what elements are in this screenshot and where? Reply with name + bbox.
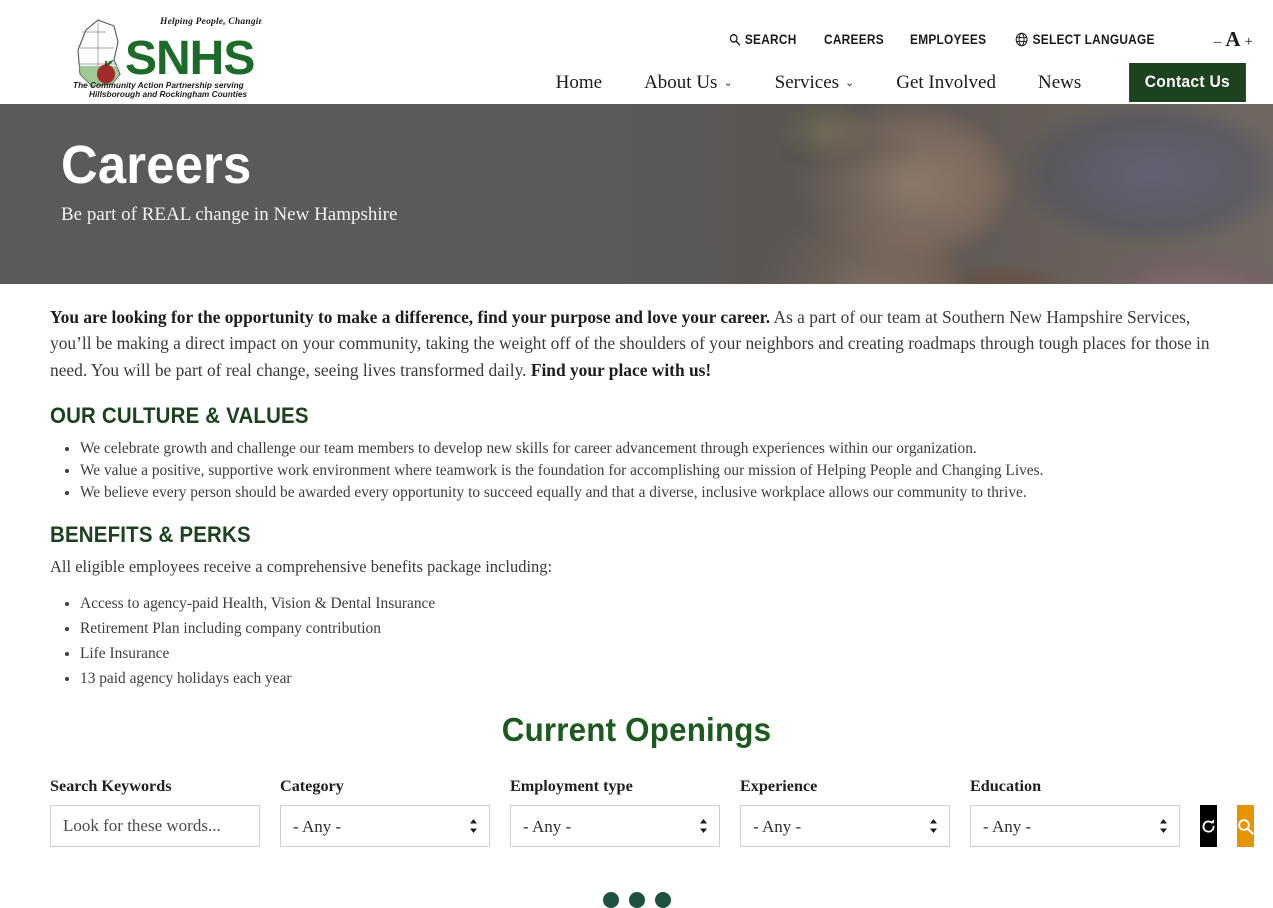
nav-item-news-label: News xyxy=(1037,71,1082,93)
list-item: Access to agency-paid Health, Vision & D… xyxy=(80,593,1223,615)
benefits-lead-text: All eligible employees receive a compreh… xyxy=(50,556,553,576)
svg-text:SNHS: SNHS xyxy=(125,32,254,85)
experience-select[interactable]: - Any - xyxy=(740,805,950,848)
list-item: 13 paid agency holidays each year xyxy=(80,668,1223,690)
utility-nav-search[interactable]: SEARCH xyxy=(729,32,797,47)
filter-category-label: Category xyxy=(280,777,344,796)
contact-us-button[interactable]: Contact Us xyxy=(1129,63,1246,102)
intro-bold-lead: You are looking for the opportunity to m… xyxy=(50,307,771,327)
utility-nav-careers-label: CAREERS xyxy=(824,32,885,47)
list-item: We believe every person should be awarde… xyxy=(80,482,1223,504)
benefits-list: Access to agency-paid Health, Vision & D… xyxy=(50,593,1223,690)
loading-dot xyxy=(602,892,619,908)
filter-education: Education - Any - xyxy=(970,777,1180,848)
current-openings-heading: Current Openings xyxy=(501,711,772,749)
page-subtitle: Be part of REAL change in New Hampshire xyxy=(61,204,398,225)
font-size-control: – A + xyxy=(1214,27,1253,52)
utility-nav-employees[interactable]: EMPLOYEES xyxy=(910,32,986,47)
chevron-down-icon: ⌄ xyxy=(845,77,855,89)
nav-item-home-label: Home xyxy=(555,71,603,93)
filter-employment-type-label: Employment type xyxy=(510,777,633,796)
filter-experience-label: Experience xyxy=(740,777,818,796)
site-logo[interactable]: Helping People, Changing Lives. SNHS The… xyxy=(62,8,262,100)
hero-banner: Careers Be part of REAL change in New Ha… xyxy=(0,104,1273,284)
nav-item-get-involved-label: Get Involved xyxy=(896,71,996,93)
filter-search-keywords: Search Keywords xyxy=(50,777,260,848)
font-size-increase-button[interactable]: + xyxy=(1245,34,1253,51)
filter-experience: Experience - Any - xyxy=(740,777,950,848)
search-icon xyxy=(1238,819,1254,835)
list-item: Life Insurance xyxy=(80,643,1223,665)
utility-nav-select-language[interactable]: SELECT LANGUAGE xyxy=(1015,32,1155,47)
utility-nav-language-label: SELECT LANGUAGE xyxy=(1032,32,1155,47)
nav-item-about-us-label: About Us xyxy=(644,71,718,93)
loading-indicator xyxy=(50,892,1223,908)
reset-filters-button[interactable] xyxy=(1200,805,1217,848)
employment-type-select-wrap: - Any - xyxy=(510,805,720,848)
site-header: Helping People, Changing Lives. SNHS The… xyxy=(0,0,1273,104)
category-select[interactable]: - Any - xyxy=(280,805,490,848)
job-filter-form: Search Keywords Category - Any - Employm… xyxy=(50,777,1254,848)
search-jobs-button[interactable] xyxy=(1237,805,1254,848)
utility-nav: SEARCH CAREERS EMPLOYEES SELECT LANGUAGE… xyxy=(729,27,1253,52)
search-keywords-input[interactable] xyxy=(50,805,260,848)
education-select[interactable]: - Any - xyxy=(970,805,1180,848)
loading-dot xyxy=(628,892,645,908)
employment-type-select[interactable]: - Any - xyxy=(510,805,720,848)
font-size-indicator: A xyxy=(1225,27,1241,51)
hero-content: Careers Be part of REAL change in New Ha… xyxy=(0,104,1273,226)
filter-search-keywords-label: Search Keywords xyxy=(50,777,172,796)
list-item: We celebrate growth and challenge our te… xyxy=(80,438,1223,460)
main-content: You are looking for the opportunity to m… xyxy=(0,284,1273,908)
snhs-logo-icon: Helping People, Changing Lives. SNHS The… xyxy=(73,17,262,99)
nav-item-home[interactable]: Home xyxy=(535,72,623,94)
utility-nav-search-label: SEARCH xyxy=(745,32,798,47)
intro-paragraph: You are looking for the opportunity to m… xyxy=(50,304,1223,383)
experience-select-wrap: - Any - xyxy=(740,805,950,848)
nav-item-services-label: Services xyxy=(774,71,840,93)
svg-text:Hillsborough and Rockingham Co: Hillsborough and Rockingham Counties xyxy=(89,89,247,99)
loading-dot xyxy=(654,892,671,908)
benefits-heading: BENEFITS & PERKS xyxy=(50,521,251,547)
main-nav: Home About Us ⌄ Services ⌄ Get Involved … xyxy=(535,63,1251,102)
utility-nav-careers[interactable]: CAREERS xyxy=(824,32,884,47)
font-size-decrease-button[interactable]: – xyxy=(1214,34,1222,51)
education-select-wrap: - Any - xyxy=(970,805,1180,848)
intro-bold-tail: Find your place with us! xyxy=(530,359,712,380)
refresh-icon xyxy=(1202,819,1215,833)
list-item: We value a positive, supportive work env… xyxy=(80,460,1223,482)
category-select-wrap: - Any - xyxy=(280,805,490,848)
page-title: Careers xyxy=(61,135,252,195)
utility-nav-employees-label: EMPLOYEES xyxy=(910,32,987,47)
filter-education-label: Education xyxy=(970,777,1042,796)
chevron-down-icon: ⌄ xyxy=(723,77,733,89)
globe-icon xyxy=(1015,32,1028,47)
nav-item-news[interactable]: News xyxy=(1017,72,1102,94)
nav-item-get-involved[interactable]: Get Involved xyxy=(875,72,1017,94)
filter-category: Category - Any - xyxy=(280,777,490,848)
filter-employment-type: Employment type - Any - xyxy=(510,777,720,848)
culture-heading: OUR CULTURE & VALUES xyxy=(50,403,309,429)
svg-text:Helping People, Changing Lives: Helping People, Changing Lives. xyxy=(159,17,262,27)
list-item: Retirement Plan including company contri… xyxy=(80,618,1223,640)
nav-item-about-us[interactable]: About Us ⌄ xyxy=(623,72,754,94)
culture-list: We celebrate growth and challenge our te… xyxy=(50,438,1223,504)
nav-item-services[interactable]: Services ⌄ xyxy=(754,72,876,94)
search-icon xyxy=(730,33,741,46)
